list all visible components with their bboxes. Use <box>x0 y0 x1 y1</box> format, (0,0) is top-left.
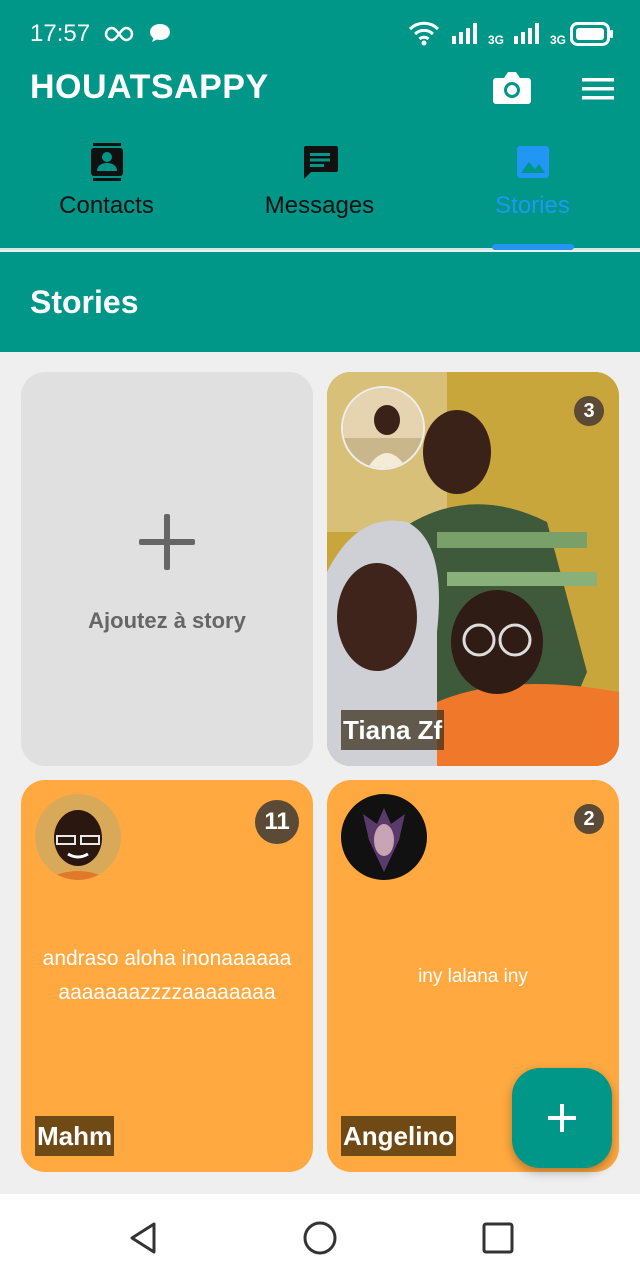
tab-label: Contacts <box>59 192 154 219</box>
infinity-icon <box>104 26 134 42</box>
chat-icon <box>303 146 338 179</box>
message-bubble-icon <box>150 24 170 42</box>
home-icon[interactable] <box>300 1218 340 1258</box>
recents-icon[interactable] <box>478 1218 518 1258</box>
status-time: 17:57 <box>30 20 91 47</box>
story-card[interactable]: 11 andraso aloha inonaaaaaa aaaaaaazzzza… <box>21 780 313 1172</box>
story-count-badge: 11 <box>255 800 299 844</box>
back-icon[interactable] <box>124 1218 164 1258</box>
status-bar: 17:57 3G 3G <box>0 0 640 66</box>
network-type-1: 3G <box>488 33 505 47</box>
add-story-fab[interactable] <box>512 1068 612 1168</box>
plus-icon <box>139 514 195 570</box>
add-story-label: Ajoutez à story <box>88 608 246 633</box>
app-bar: 17:57 3G 3G HOUATSAPPY Contacts Messages… <box>0 0 640 250</box>
story-author-name: Angelino <box>341 1116 457 1156</box>
story-text: iny lalana iny <box>418 966 528 987</box>
section-header: Stories <box>0 252 640 352</box>
story-author-name: Tiana Zf <box>341 710 445 750</box>
tab-bar: Contacts Messages Stories <box>0 138 640 248</box>
tab-label: Stories <box>495 192 570 219</box>
tab-label: Messages <box>264 192 375 219</box>
tab-indicator <box>492 244 574 250</box>
avatar <box>35 794 121 880</box>
avatar <box>341 386 425 470</box>
battery-icon <box>570 22 613 46</box>
tab-contacts[interactable]: Contacts <box>0 138 213 248</box>
story-count-badge: 2 <box>574 804 604 834</box>
avatar <box>341 794 427 880</box>
contacts-icon <box>90 143 123 181</box>
signal-icon <box>514 23 539 44</box>
section-title: Stories <box>30 284 139 320</box>
tab-stories[interactable]: Stories <box>426 138 639 248</box>
network-type-2: 3G <box>550 33 567 47</box>
system-nav-bar <box>0 1194 640 1280</box>
tab-messages[interactable]: Messages <box>213 138 426 248</box>
story-count-badge: 3 <box>574 396 604 426</box>
story-text: andraso aloha inonaaaaaa aaaaaaazzzzaaaa… <box>42 947 292 1004</box>
wifi-icon <box>408 21 440 46</box>
app-title: HOUATSAPPY <box>30 68 269 106</box>
camera-icon[interactable] <box>492 70 532 106</box>
signal-icon <box>452 23 477 44</box>
add-story-card[interactable]: Ajoutez à story <box>21 372 313 766</box>
story-author-name: Mahm <box>35 1116 115 1156</box>
image-icon <box>516 146 549 178</box>
story-card[interactable]: 3 Tiana Zf <box>327 372 619 766</box>
menu-icon[interactable] <box>580 74 616 104</box>
